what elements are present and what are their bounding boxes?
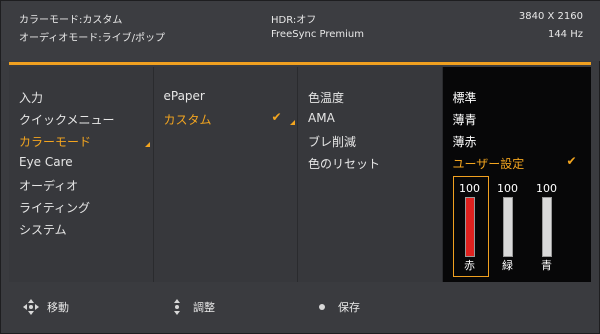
resolution-status: 3840 X 2160 — [518, 11, 583, 22]
move-hint: 移動 — [23, 299, 69, 315]
menu-item-lighting[interactable]: ライティング — [19, 199, 90, 216]
green-slider[interactable] — [502, 197, 513, 257]
menu-item-system[interactable]: システム — [19, 221, 67, 238]
red-label: 赤 — [464, 259, 475, 272]
color-temp-reddish[interactable]: 薄赤 — [453, 133, 477, 150]
freesync-status: FreeSync Premium — [271, 29, 364, 40]
color-temp-user[interactable]: ユーザー設定 — [453, 155, 525, 172]
color-mode-submenu: ePaper カスタム ✔ — [153, 67, 298, 282]
blue-slider[interactable] — [541, 197, 552, 257]
option-color-reset[interactable]: 色のリセット — [308, 155, 380, 172]
adjust-hint: 調整 — [169, 299, 215, 315]
color-temperature-panel: 標準 薄青 薄赤 ユーザー設定 ✔ 100 赤 100 緑 100 青 — [442, 67, 591, 282]
audio-mode-status: オーディオモード:ライブ/ポップ — [19, 33, 166, 44]
menu-columns: 入力 クイックメニュー カラーモード Eye Care オーディオ ライティング… — [9, 67, 591, 282]
menu-item-quick-menu[interactable]: クイックメニュー — [19, 111, 115, 128]
blue-label: 青 — [541, 259, 552, 272]
submenu-item-epaper[interactable]: ePaper — [164, 89, 205, 103]
save-hint: 保存 — [314, 299, 360, 315]
checkmark-icon: ✔ — [271, 110, 282, 124]
menu-item-audio[interactable]: オーディオ — [19, 177, 78, 194]
status-header: カラーモード:カスタム オーディオモード:ライブ/ポップ HDR:オフ Free… — [1, 1, 600, 61]
custom-options: 色温度 AMA ブレ削減 色のリセット — [298, 67, 443, 282]
main-menu: 入力 クイックメニュー カラーモード Eye Care オーディオ ライティング… — [9, 67, 154, 282]
green-value: 100 — [497, 182, 518, 195]
selected-indicator-icon — [145, 142, 150, 147]
selected-indicator-icon — [289, 120, 295, 125]
dpad-vertical-icon — [169, 299, 185, 315]
color-temp-standard[interactable]: 標準 — [453, 89, 477, 106]
color-mode-status: カラーモード:カスタム — [19, 15, 123, 26]
menu-item-input[interactable]: 入力 — [19, 89, 43, 106]
refresh-rate-status: 144 Hz — [547, 29, 583, 40]
adjust-label: 調整 — [193, 301, 215, 314]
color-temp-bluish[interactable]: 薄青 — [453, 111, 477, 128]
dpad-four-way-icon — [23, 299, 39, 315]
menu-item-color-mode[interactable]: カラーモード — [19, 133, 91, 150]
menu-item-eye-care[interactable]: Eye Care — [19, 155, 73, 169]
blue-slider-fill — [542, 198, 551, 256]
red-slider[interactable] — [464, 197, 475, 257]
control-guide: 移動 調整 保存 — [9, 287, 591, 327]
hdr-status: HDR:オフ — [271, 15, 317, 26]
red-slider-fill — [465, 198, 474, 256]
checkmark-icon: ✔ — [566, 154, 577, 168]
blue-value: 100 — [536, 182, 557, 195]
green-slider-fill — [503, 198, 512, 256]
submenu-item-custom[interactable]: カスタム — [164, 111, 212, 128]
option-blur-reduction[interactable]: ブレ削減 — [308, 133, 356, 150]
save-label: 保存 — [338, 301, 360, 314]
osd-screen: カラーモード:カスタム オーディオモード:ライブ/ポップ HDR:オフ Free… — [0, 0, 600, 334]
move-label: 移動 — [47, 301, 69, 314]
option-ama[interactable]: AMA — [308, 111, 335, 125]
green-label: 緑 — [502, 259, 513, 272]
header-accent-line — [9, 62, 591, 65]
option-color-temperature[interactable]: 色温度 — [308, 89, 344, 106]
red-value: 100 — [459, 182, 480, 195]
dpad-press-icon — [314, 299, 330, 315]
